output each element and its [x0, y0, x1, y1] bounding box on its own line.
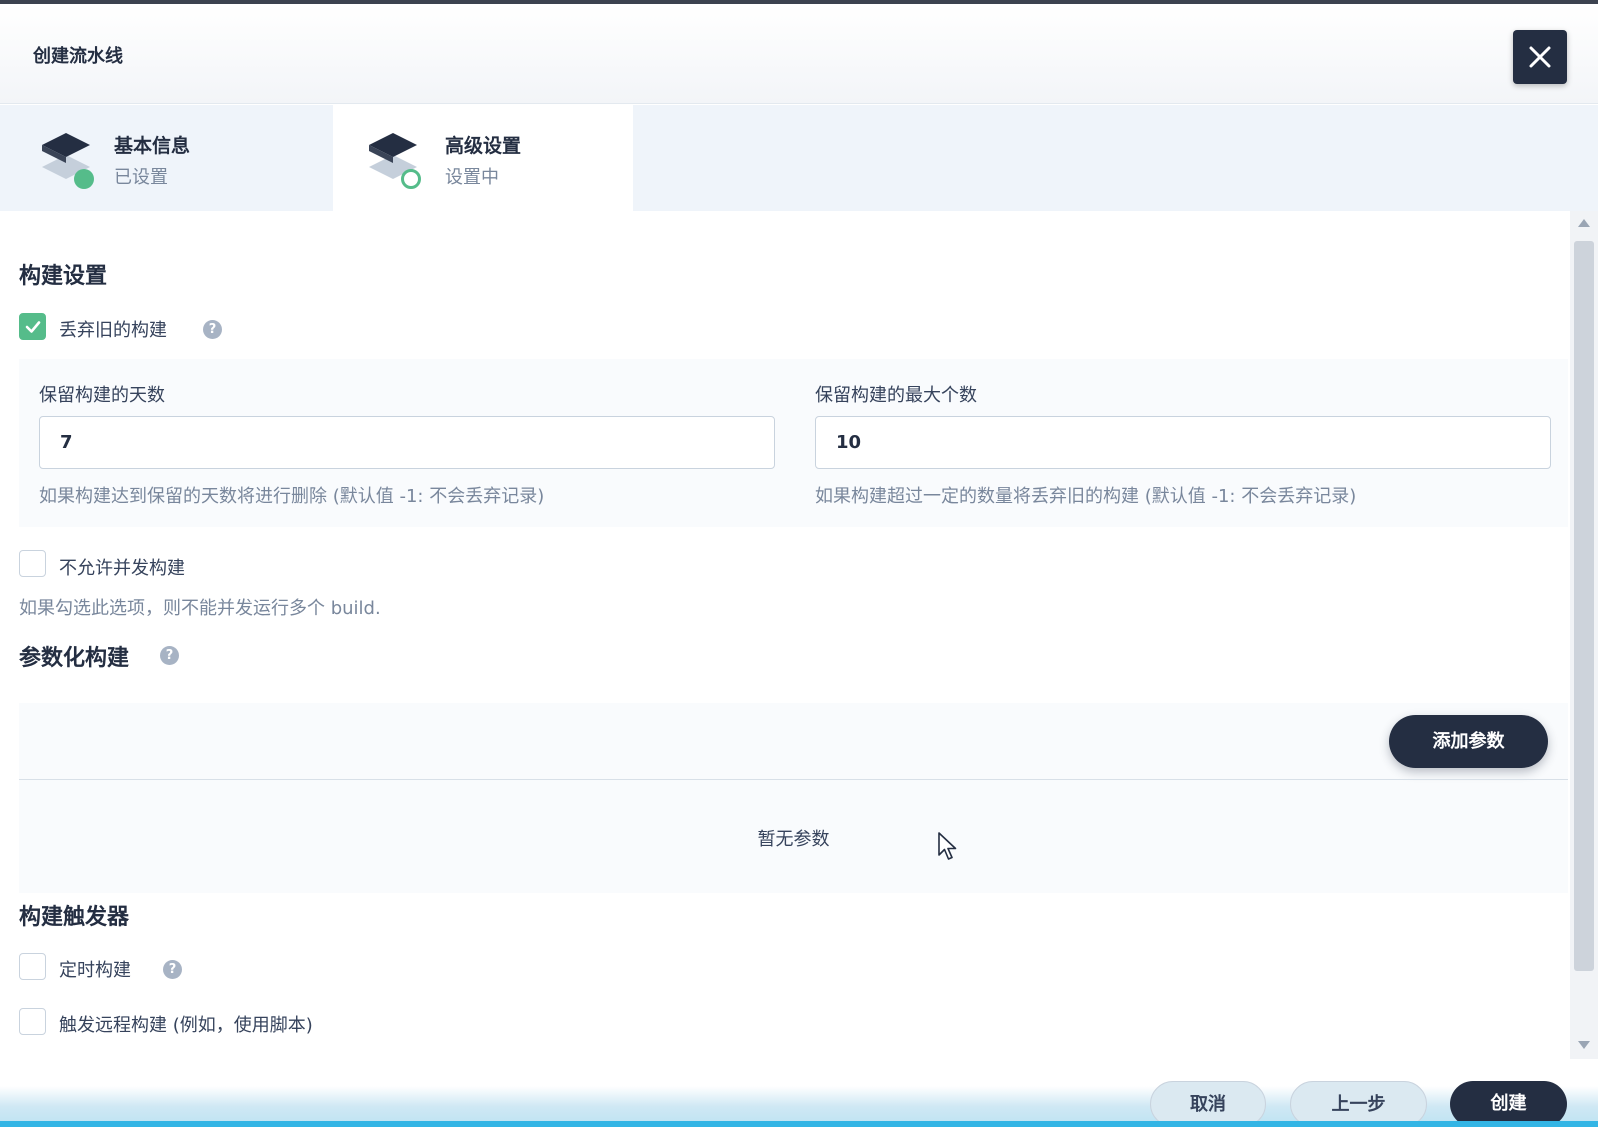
checkmark-icon: [25, 320, 40, 333]
dialog-footer: 取消 上一步 创建: [0, 1059, 1598, 1127]
step-advanced-settings[interactable]: 高级设置 设置中: [333, 105, 633, 211]
close-button[interactable]: [1513, 30, 1567, 84]
layers-icon: [42, 133, 94, 189]
max-hint: 如果构建超过一定的数量将丢弃旧的构建 (默认值 -1: 不会丢弃记录): [815, 486, 1357, 507]
step-title: 基本信息: [114, 135, 191, 157]
params-panel: 添加参数 暂无参数: [19, 703, 1568, 893]
step-status: 设置中: [445, 167, 499, 188]
timed-build-label: 定时构建: [59, 960, 131, 981]
discard-old-checkbox[interactable]: [19, 313, 46, 340]
no-concurrent-label: 不允许并发构建: [59, 558, 185, 579]
retention-settings: 保留构建的天数 如果构建达到保留的天数将进行删除 (默认值 -1: 不会丢弃记录…: [19, 359, 1568, 527]
footer-accent-bar: [0, 1121, 1598, 1127]
dialog-header: 创建流水线: [0, 4, 1598, 104]
help-icon[interactable]: ?: [163, 960, 182, 979]
dialog-title: 创建流水线: [33, 46, 123, 67]
add-param-button[interactable]: 添加参数: [1389, 715, 1548, 768]
step-title: 高级设置: [445, 135, 522, 157]
timed-build-checkbox[interactable]: [19, 953, 46, 980]
dialog-content: 构建设置 丢弃旧的构建 ? 保留构建的天数 如果构建达到保留的天数将进行删除 (…: [0, 211, 1570, 1059]
step-tabs: 基本信息 已设置 高级设置 设置中: [0, 105, 1598, 211]
no-concurrent-desc: 如果勾选此选项，则不能并发运行多个 build.: [19, 598, 381, 619]
mouse-cursor-icon: [938, 832, 957, 860]
triggers-title: 构建触发器: [19, 905, 130, 930]
empty-params-text: 暂无参数: [757, 829, 830, 850]
scroll-thumb[interactable]: [1574, 241, 1594, 971]
remote-build-checkbox[interactable]: [19, 1008, 46, 1035]
layers-icon: [369, 133, 421, 189]
step-basic-info[interactable]: 基本信息 已设置: [0, 105, 330, 211]
close-icon: [1529, 46, 1551, 68]
days-hint: 如果构建达到保留的天数将进行删除 (默认值 -1: 不会丢弃记录): [39, 486, 545, 507]
build-settings-title: 构建设置: [19, 264, 108, 289]
remote-build-label: 触发远程构建 (例如，使用脚本): [59, 1015, 313, 1036]
help-icon[interactable]: ?: [203, 320, 222, 339]
discard-old-label: 丢弃旧的构建: [59, 320, 167, 341]
scrollbar[interactable]: [1570, 211, 1598, 1059]
days-label: 保留构建的天数: [39, 385, 165, 406]
divider: [19, 779, 1568, 780]
step-status: 已设置: [114, 167, 168, 188]
params-title: 参数化构建: [19, 646, 130, 671]
no-concurrent-checkbox[interactable]: [19, 550, 46, 577]
help-icon[interactable]: ?: [160, 646, 179, 665]
scroll-down-icon[interactable]: [1578, 1041, 1590, 1049]
days-input[interactable]: [39, 416, 775, 469]
scroll-up-icon[interactable]: [1578, 219, 1590, 227]
max-label: 保留构建的最大个数: [815, 385, 977, 406]
max-input[interactable]: [815, 416, 1551, 469]
